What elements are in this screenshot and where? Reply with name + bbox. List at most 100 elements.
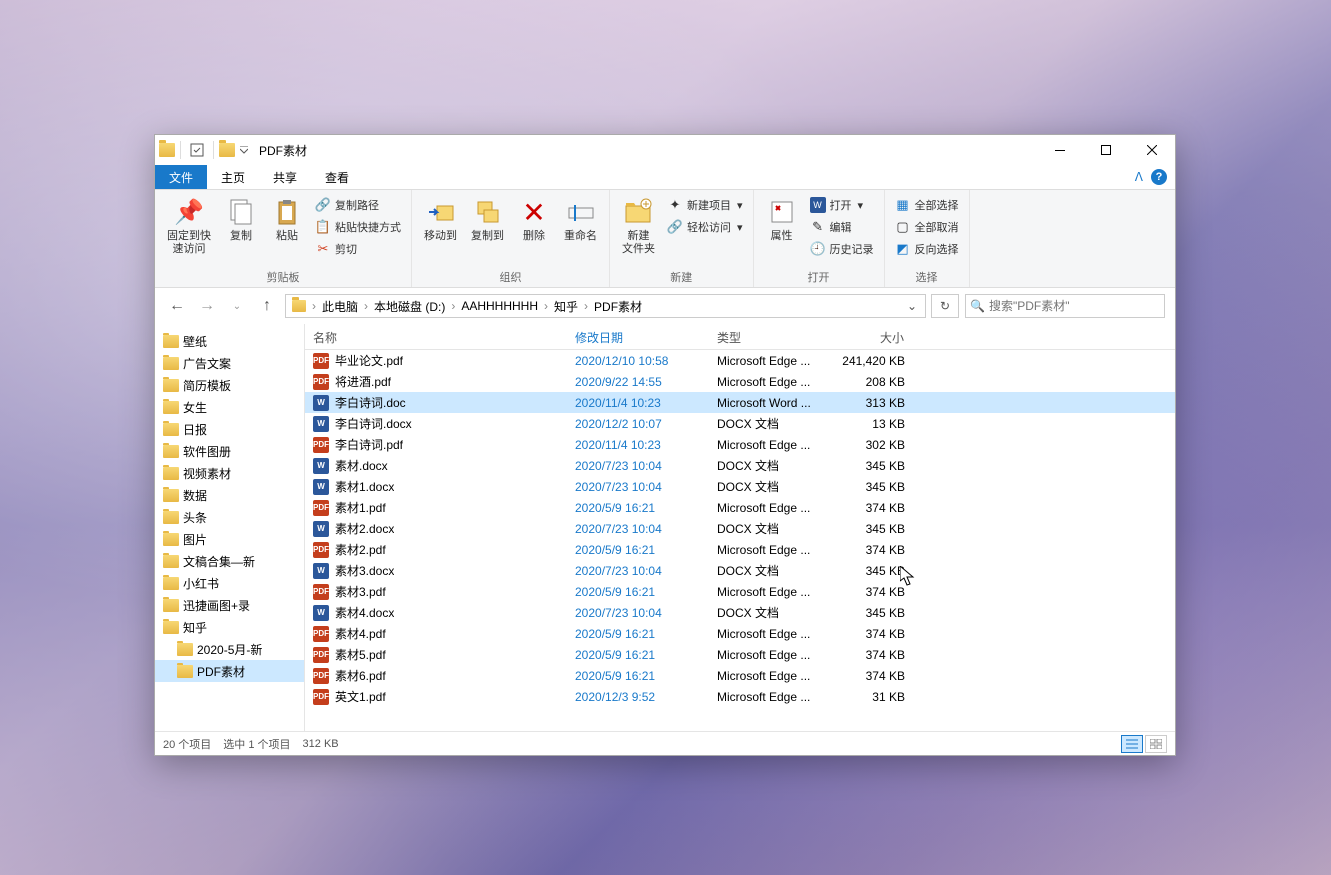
paste-shortcut-button[interactable]: 📋粘贴快捷方式 — [311, 216, 405, 238]
tree-item[interactable]: 数据 — [155, 484, 304, 506]
history-button[interactable]: 🕘历史记录 — [806, 238, 878, 260]
file-row[interactable]: PDF素材3.pdf2020/5/9 16:21Microsoft Edge .… — [305, 581, 1175, 602]
tree-item[interactable]: 2020-5月-新 — [155, 638, 304, 660]
breadcrumb-segment[interactable]: PDF素材 — [590, 295, 646, 317]
help-icon[interactable]: ? — [1151, 169, 1167, 185]
column-type[interactable]: 类型 — [709, 324, 829, 349]
open-button[interactable]: W打开▾ — [806, 194, 878, 216]
titlebar[interactable]: PDF素材 — [155, 135, 1175, 165]
paste-button[interactable]: 粘贴 — [265, 192, 309, 245]
easy-access-button[interactable]: 🔗轻松访问▾ — [663, 216, 747, 238]
select-none-icon: ▢ — [895, 219, 911, 235]
forward-button[interactable]: → — [195, 294, 219, 318]
tree-item[interactable]: 软件图册 — [155, 440, 304, 462]
file-row[interactable]: PDF英文1.pdf2020/12/3 9:52Microsoft Edge .… — [305, 686, 1175, 707]
file-row[interactable]: W素材1.docx2020/7/23 10:04DOCX 文档345 KB — [305, 476, 1175, 497]
copy-to-button[interactable]: 复制到 — [465, 192, 510, 245]
file-row[interactable]: W素材4.docx2020/7/23 10:04DOCX 文档345 KB — [305, 602, 1175, 623]
copy-button[interactable]: 复制 — [219, 192, 263, 245]
tree-item[interactable]: 知乎 — [155, 616, 304, 638]
breadcrumb-segment[interactable]: 本地磁盘 (D:) — [370, 295, 449, 317]
ribbon-collapse-icon[interactable]: ᐱ — [1135, 170, 1143, 184]
edit-button[interactable]: ✎编辑 — [806, 216, 878, 238]
tree-item[interactable]: 壁纸 — [155, 330, 304, 352]
select-all-button[interactable]: ▦全部选择 — [891, 194, 963, 216]
up-button[interactable]: ↑ — [255, 294, 279, 318]
column-name[interactable]: 名称 — [305, 324, 567, 349]
back-button[interactable]: ← — [165, 294, 189, 318]
select-none-button[interactable]: ▢全部取消 — [891, 216, 963, 238]
view-large-icons-button[interactable] — [1145, 735, 1167, 753]
file-row[interactable]: PDF将进酒.pdf2020/9/22 14:55Microsoft Edge … — [305, 371, 1175, 392]
breadcrumb-history-icon[interactable]: ⌄ — [901, 295, 923, 317]
tree-item[interactable]: PDF素材 — [155, 660, 304, 682]
column-size[interactable]: 大小 — [829, 324, 921, 349]
tree-item[interactable]: 女生 — [155, 396, 304, 418]
navigation-pane[interactable]: 壁纸广告文案简历模板女生日报软件图册视频素材数据头条图片文稿合集—新小红书迅捷画… — [155, 324, 305, 731]
breadcrumb-segment[interactable]: 此电脑 — [318, 295, 362, 317]
tab-view[interactable]: 查看 — [311, 165, 363, 189]
file-row[interactable]: PDF素材6.pdf2020/5/9 16:21Microsoft Edge .… — [305, 665, 1175, 686]
close-button[interactable] — [1129, 135, 1175, 165]
delete-button[interactable]: ✕删除 — [512, 192, 556, 245]
tree-item[interactable]: 视频素材 — [155, 462, 304, 484]
file-row[interactable]: PDF李白诗词.pdf2020/11/4 10:23Microsoft Edge… — [305, 434, 1175, 455]
tab-file[interactable]: 文件 — [155, 165, 207, 189]
breadcrumb-segment[interactable]: AAHHHHHHH — [457, 295, 542, 317]
file-row[interactable]: PDF素材5.pdf2020/5/9 16:21Microsoft Edge .… — [305, 644, 1175, 665]
window-icon[interactable] — [159, 143, 175, 157]
breadcrumb-root-icon[interactable] — [288, 295, 310, 317]
tree-item-label: 2020-5月-新 — [197, 641, 262, 658]
rename-button[interactable]: 重命名 — [558, 192, 603, 245]
file-date: 2020/11/4 10:23 — [567, 396, 709, 410]
copy-path-button[interactable]: 🔗复制路径 — [311, 194, 405, 216]
tree-item[interactable]: 图片 — [155, 528, 304, 550]
minimize-button[interactable] — [1037, 135, 1083, 165]
chevron-right-icon[interactable]: › — [310, 299, 318, 313]
chevron-right-icon[interactable]: › — [542, 299, 550, 313]
qat-properties-icon[interactable] — [186, 139, 208, 161]
file-row[interactable]: W素材3.docx2020/7/23 10:04DOCX 文档345 KB — [305, 560, 1175, 581]
qat-dropdown-icon[interactable] — [237, 139, 251, 161]
refresh-button[interactable]: ↻ — [931, 294, 959, 318]
tab-share[interactable]: 共享 — [259, 165, 311, 189]
new-item-button[interactable]: ✦新建项目▾ — [663, 194, 747, 216]
tree-item[interactable]: 迅捷画图+录 — [155, 594, 304, 616]
view-details-button[interactable] — [1121, 735, 1143, 753]
file-row[interactable]: PDF素材1.pdf2020/5/9 16:21Microsoft Edge .… — [305, 497, 1175, 518]
file-row[interactable]: PDF素材4.pdf2020/5/9 16:21Microsoft Edge .… — [305, 623, 1175, 644]
search-box[interactable]: 🔍 — [965, 294, 1165, 318]
move-to-button[interactable]: 移动到 — [418, 192, 463, 245]
properties-button[interactable]: 属性 — [760, 192, 804, 245]
new-folder-button[interactable]: 新建 文件夹 — [616, 192, 661, 258]
tree-item-label: 文稿合集—新 — [183, 553, 255, 570]
file-row[interactable]: W李白诗词.docx2020/12/2 10:07DOCX 文档13 KB — [305, 413, 1175, 434]
file-row[interactable]: W素材2.docx2020/7/23 10:04DOCX 文档345 KB — [305, 518, 1175, 539]
tree-item[interactable]: 广告文案 — [155, 352, 304, 374]
file-row[interactable]: PDF毕业论文.pdf2020/12/10 10:58Microsoft Edg… — [305, 350, 1175, 371]
tree-item[interactable]: 文稿合集—新 — [155, 550, 304, 572]
tree-item[interactable]: 简历模板 — [155, 374, 304, 396]
group-open: 打开 — [760, 267, 878, 287]
qat-folder-icon[interactable] — [219, 143, 235, 157]
tab-home[interactable]: 主页 — [207, 165, 259, 189]
column-date[interactable]: 修改日期 — [567, 324, 709, 349]
file-row[interactable]: W李白诗词.doc2020/11/4 10:23Microsoft Word .… — [305, 392, 1175, 413]
cut-button[interactable]: ✂剪切 — [311, 238, 405, 260]
tree-item[interactable]: 日报 — [155, 418, 304, 440]
pin-quick-access-button[interactable]: 📌固定到快 速访问 — [161, 192, 217, 258]
tree-item[interactable]: 小红书 — [155, 572, 304, 594]
invert-selection-button[interactable]: ◩反向选择 — [891, 238, 963, 260]
file-row[interactable]: PDF素材2.pdf2020/5/9 16:21Microsoft Edge .… — [305, 539, 1175, 560]
file-list[interactable]: PDF毕业论文.pdf2020/12/10 10:58Microsoft Edg… — [305, 350, 1175, 731]
maximize-button[interactable] — [1083, 135, 1129, 165]
chevron-right-icon[interactable]: › — [449, 299, 457, 313]
breadcrumb[interactable]: › 此电脑›本地磁盘 (D:)›AAHHHHHHH›知乎›PDF素材 ⌄ — [285, 294, 926, 318]
tree-item[interactable]: 头条 — [155, 506, 304, 528]
chevron-right-icon[interactable]: › — [362, 299, 370, 313]
file-row[interactable]: W素材.docx2020/7/23 10:04DOCX 文档345 KB — [305, 455, 1175, 476]
recent-dropdown-icon[interactable]: ⌄ — [225, 294, 249, 318]
chevron-right-icon[interactable]: › — [582, 299, 590, 313]
breadcrumb-segment[interactable]: 知乎 — [550, 295, 582, 317]
search-input[interactable] — [989, 299, 1160, 313]
